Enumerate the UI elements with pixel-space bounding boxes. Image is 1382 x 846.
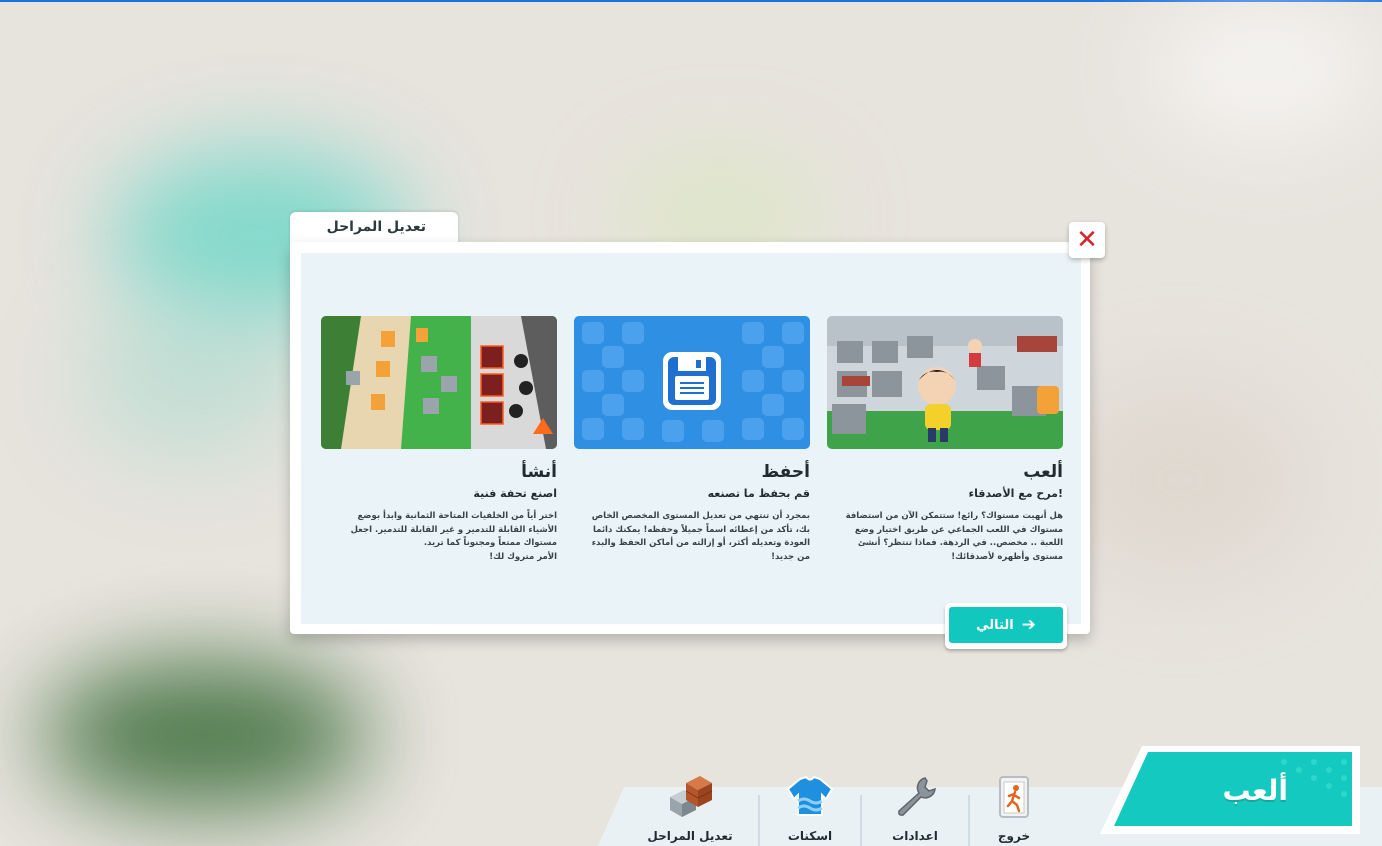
close-icon: ✕ bbox=[1076, 225, 1098, 255]
modal-content: أنشأ اصنع تحفة فنية اختر أياً من الخلفيا… bbox=[301, 253, 1081, 649]
level-editor-thumbnail bbox=[321, 316, 557, 449]
menu-item-label: خروج bbox=[997, 829, 1031, 843]
menu-item-label: تعديل المراحل bbox=[647, 829, 733, 843]
wrench-icon bbox=[891, 775, 939, 819]
card-subtitle: اصنع تحفة فنية bbox=[473, 487, 557, 500]
modal-title: تعديل المراحل bbox=[326, 219, 426, 235]
sweater-icon bbox=[786, 775, 834, 819]
play-button-label: ألعب bbox=[1222, 774, 1288, 807]
arrow-right-icon: ➔ bbox=[1021, 615, 1036, 635]
menu-item-level-editor[interactable]: تعديل المراحل bbox=[626, 776, 754, 846]
next-button[interactable]: التالي ➔ bbox=[945, 603, 1067, 649]
close-button[interactable]: ✕ bbox=[1069, 222, 1105, 258]
save-thumbnail bbox=[574, 316, 810, 449]
crates-icon bbox=[666, 775, 714, 819]
gameplay-thumbnail bbox=[827, 316, 1063, 449]
level-editor-modal: تعديل المراحل أنشأ اصنع تحفة فنية اختر أ… bbox=[290, 212, 1105, 649]
play-button[interactable]: ألعب bbox=[1100, 746, 1360, 834]
menu-item-exit[interactable]: خروج bbox=[970, 776, 1058, 846]
menu-item-settings[interactable]: اعدادات bbox=[862, 777, 968, 846]
top-accent-line bbox=[0, 0, 1382, 2]
card-subtitle: قم بحفظ ما تصنعه bbox=[707, 487, 810, 500]
exit-door-icon bbox=[990, 775, 1038, 819]
background-blob bbox=[40, 660, 370, 810]
card-title: أنشأ bbox=[521, 462, 557, 482]
background-blob bbox=[80, 300, 300, 460]
next-button-label: التالي bbox=[976, 617, 1014, 633]
next-button-face[interactable]: التالي ➔ bbox=[949, 607, 1063, 643]
background-blob bbox=[1150, 0, 1380, 140]
floppy-disk-icon bbox=[663, 352, 721, 410]
card-create: أنشأ اصنع تحفة فنية اختر أياً من الخلفيا… bbox=[321, 316, 557, 586]
card-title: ألعب bbox=[1023, 462, 1063, 482]
card-play: ألعب مرح مع الأصدقاء! هل أنهيت مستواك؟ ر… bbox=[827, 316, 1063, 586]
play-button-face[interactable]: ألعب bbox=[1114, 752, 1352, 826]
modal-tab: تعديل المراحل bbox=[290, 212, 458, 246]
modal-frame: أنشأ اصنع تحفة فنية اختر أياً من الخلفيا… bbox=[290, 242, 1090, 649]
card-save: أحفظ قم بحفظ ما تصنعه بمجرد أن تنتهي من … bbox=[574, 316, 810, 586]
card-body-text: بمجرد أن تنتهي من تعديل المستوى المخصص ا… bbox=[591, 511, 810, 562]
card-title: أحفظ bbox=[761, 462, 810, 482]
card-body-text: اختر أياً من الخلفيات المتاحة الثمانية و… bbox=[350, 511, 557, 548]
card-body: اختر أياً من الخلفيات المتاحة الثمانية و… bbox=[335, 510, 557, 564]
card-subtitle: مرح مع الأصدقاء! bbox=[968, 487, 1064, 500]
menu-item-skins[interactable]: اسكنات bbox=[760, 775, 860, 846]
menu-item-label: اسكنات bbox=[787, 829, 833, 843]
menu-item-label: اعدادات bbox=[892, 829, 938, 843]
card-body-text-extra: الأمر متروك لك! bbox=[489, 551, 557, 562]
card-body-text: هل أنهيت مستواك؟ رائع! ستتمكن الآن من اس… bbox=[845, 511, 1063, 562]
